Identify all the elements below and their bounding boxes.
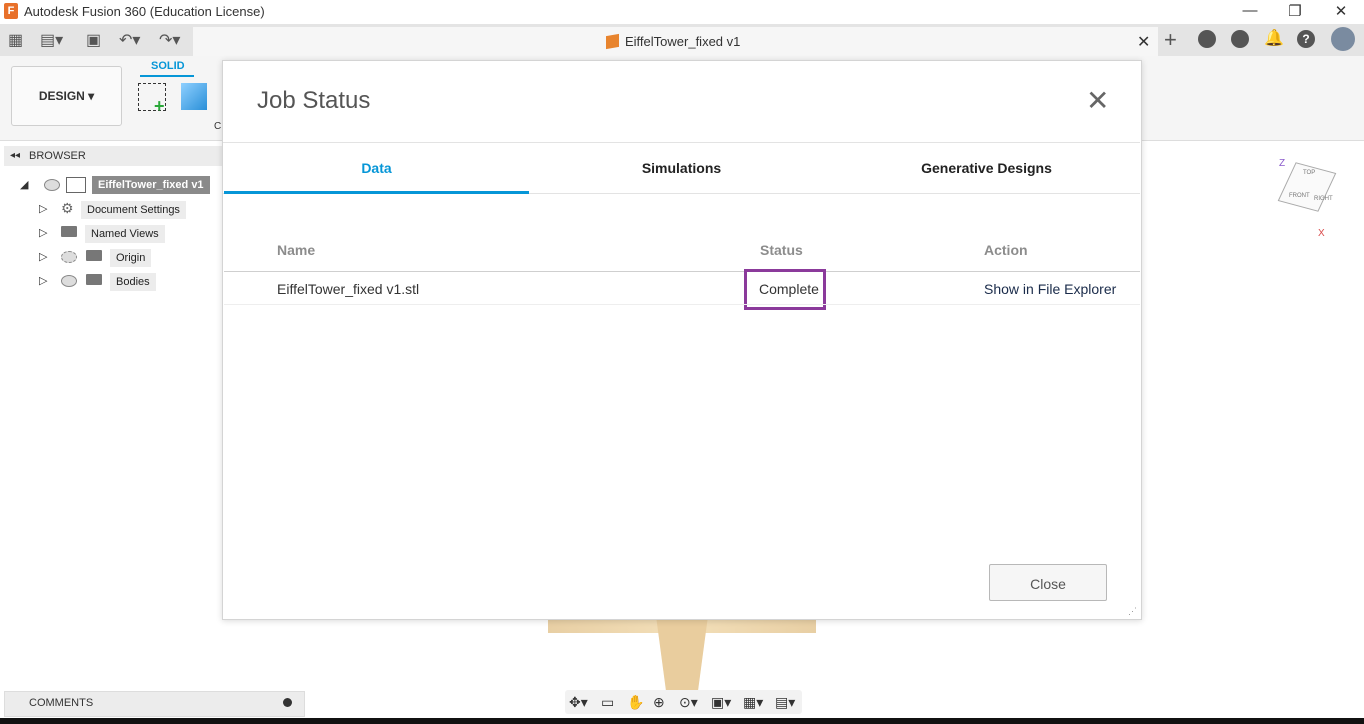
data-panel-grid-icon[interactable]: ▦ [8, 30, 23, 50]
save-icon[interactable]: ▣ [86, 30, 101, 50]
grid-settings-icon[interactable]: ▦▾ [743, 694, 763, 711]
extensions-icon[interactable] [1198, 30, 1216, 48]
window-title: Autodesk Fusion 360 (Education License) [24, 4, 265, 19]
help-icon[interactable]: ? [1297, 30, 1315, 48]
expand-triangle-icon[interactable]: ▷ [39, 250, 47, 263]
tab-data-active-underline [224, 191, 529, 194]
orbit-icon[interactable]: ✥▾ [569, 694, 588, 711]
add-comment-icon[interactable] [283, 698, 292, 707]
close-button[interactable]: Close [989, 564, 1107, 601]
browser-title: BROWSER [29, 150, 86, 162]
display-settings-icon[interactable]: ▣▾ [711, 694, 731, 711]
browser-collapse-icon[interactable]: ◂◂ [10, 150, 20, 161]
browser-root-node[interactable]: EiffelTower_fixed v1 [92, 176, 210, 194]
expand-triangle-icon[interactable]: ▷ [39, 226, 47, 239]
job-row-name: EiffelTower_fixed v1.stl [277, 281, 420, 297]
expand-triangle-icon[interactable]: ▷ [39, 274, 47, 287]
minimize-button[interactable]: — [1240, 2, 1260, 19]
create-sketch-plus-icon: + [154, 96, 165, 116]
workspace-switcher-button[interactable]: DESIGN ▾ [11, 66, 122, 126]
hidden-eye-icon[interactable] [61, 251, 77, 263]
tab-data[interactable]: Data [224, 143, 529, 193]
look-at-icon[interactable]: ▭ [601, 694, 614, 711]
table-row-divider [224, 304, 1140, 305]
redo-icon[interactable]: ↷▾ [159, 30, 180, 50]
browser-item-document-settings[interactable]: Document Settings [81, 201, 186, 219]
collapse-triangle-icon[interactable]: ◢ [20, 178, 28, 191]
viewcube-right-face[interactable]: RIGHT [1314, 196, 1333, 202]
fusion-logo-icon: F [4, 3, 18, 19]
model-eiffel-tower-leg [656, 619, 708, 691]
viewcube-z-axis-label: Z [1279, 158, 1286, 169]
tab-solid-underline [140, 75, 194, 77]
viewcube-front-face[interactable]: FRONT [1289, 193, 1310, 199]
notifications-bell-icon[interactable]: 🔔 [1264, 30, 1284, 48]
viewcube-top-face[interactable]: TOP [1303, 170, 1315, 176]
comments-label: COMMENTS [29, 697, 94, 709]
show-in-file-explorer-link[interactable]: Show in File Explorer [984, 281, 1116, 297]
browser-item-named-views[interactable]: Named Views [85, 225, 165, 243]
visibility-eye-icon[interactable] [61, 275, 77, 287]
folder-icon [86, 250, 102, 261]
pan-hand-icon[interactable]: ✋ [627, 694, 644, 711]
resize-grip-icon[interactable]: ⋰ [1128, 606, 1137, 617]
visibility-eye-icon[interactable] [44, 179, 60, 191]
restore-button[interactable]: ❐ [1285, 2, 1305, 20]
user-avatar[interactable] [1331, 27, 1355, 51]
folder-icon [86, 274, 102, 285]
job-status-clock-icon[interactable] [1231, 30, 1249, 48]
column-header-action: Action [984, 242, 1028, 258]
dialog-close-icon[interactable]: ✕ [1086, 85, 1109, 117]
file-menu-icon[interactable]: ▤▾ [40, 30, 63, 50]
design-cube-icon [606, 33, 619, 50]
taskbar-edge [0, 718, 1364, 724]
create-group-label: C [214, 121, 222, 132]
extrude-box-icon[interactable] [181, 83, 207, 110]
browser-item-bodies[interactable]: Bodies [110, 273, 156, 291]
window-close-button[interactable]: ✕ [1331, 2, 1351, 20]
fit-zoom-icon[interactable]: ⊙▾ [679, 694, 698, 711]
document-tab-title: EiffelTower_fixed v1 [625, 34, 741, 49]
table-header-divider [224, 271, 1140, 272]
dialog-title: Job Status [257, 87, 371, 114]
tab-simulations[interactable]: Simulations [529, 143, 834, 193]
browser-item-origin[interactable]: Origin [110, 249, 152, 267]
gear-icon: ⚙ [61, 200, 74, 216]
viewcube-x-axis-label: X [1318, 228, 1325, 239]
folder-icon [61, 226, 77, 237]
undo-icon[interactable]: ↶▾ [119, 30, 140, 50]
column-header-status: Status [760, 242, 803, 258]
tab-generative-designs[interactable]: Generative Designs [834, 143, 1139, 193]
new-tab-plus-icon[interactable]: + [1164, 27, 1177, 53]
document-tab-close-icon[interactable]: ✕ [1137, 32, 1150, 52]
viewports-icon[interactable]: ▤▾ [775, 694, 795, 711]
component-icon [66, 177, 86, 193]
column-header-name: Name [277, 242, 316, 258]
tab-solid[interactable]: SOLID [151, 60, 185, 72]
zoom-icon[interactable]: ⊕ [653, 694, 665, 711]
expand-triangle-icon[interactable]: ▷ [39, 202, 47, 215]
